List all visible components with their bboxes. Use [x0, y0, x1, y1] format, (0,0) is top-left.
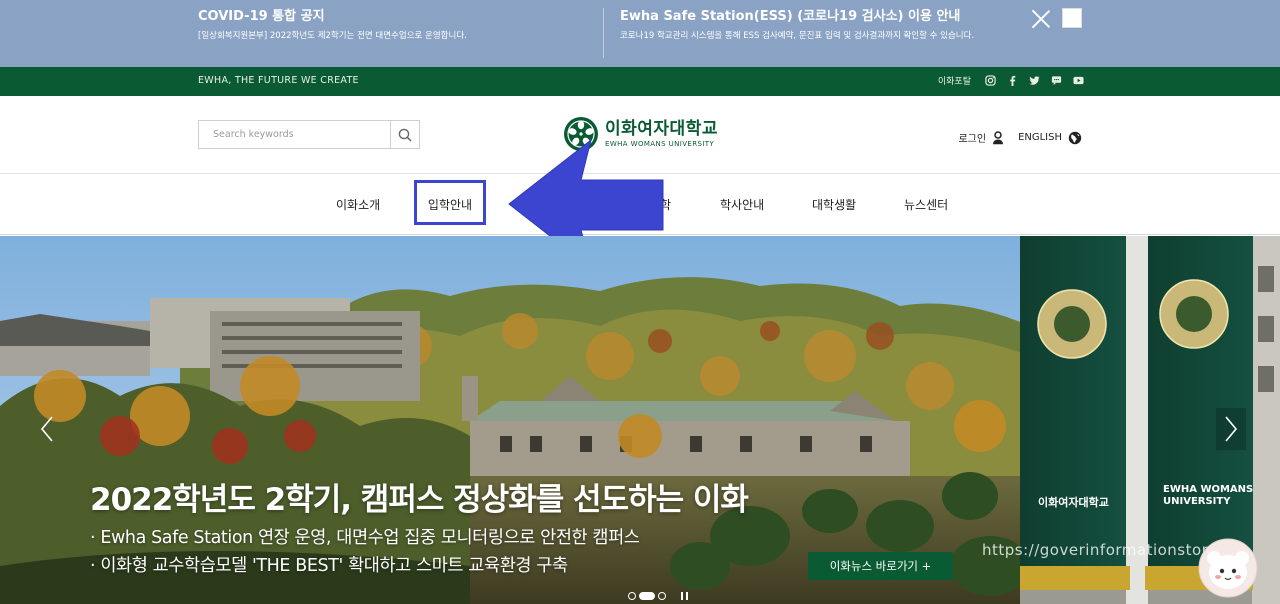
instagram-icon[interactable]	[985, 75, 996, 86]
top-utility-bar: EWHA, THE FUTURE WE CREATE 이화포탈	[0, 67, 1280, 96]
youtube-icon[interactable]	[1073, 75, 1084, 86]
notice-ess[interactable]: Ewha Safe Station(ESS) (코로나19 검사소) 이용 안내…	[620, 5, 974, 41]
news-shortcut-button[interactable]: 이화뉴스 바로가기 +	[808, 552, 953, 580]
mascot-sticker-icon	[1198, 538, 1258, 598]
search-box	[198, 120, 420, 149]
login-button[interactable]: 로그인	[958, 130, 1004, 145]
close-icon[interactable]	[1030, 8, 1052, 30]
search-icon	[398, 128, 412, 142]
nav-item-campus-life[interactable]: 대학생활	[812, 196, 856, 213]
nav-item-about[interactable]: 이화소개	[336, 196, 380, 213]
login-label: 로그인	[958, 134, 987, 145]
search-button[interactable]	[390, 121, 419, 148]
dismiss-checkbox[interactable]	[1062, 8, 1082, 28]
hero-slider: 이화여자대학교 EWHA WOMANS UNIVERSITY 2022학년도 2…	[0, 236, 1280, 604]
chevron-right-icon	[1225, 416, 1238, 442]
slogan: EWHA, THE FUTURE WE CREATE	[198, 75, 359, 86]
search-input[interactable]	[199, 121, 391, 148]
facebook-icon[interactable]	[1007, 75, 1018, 86]
pause-icon[interactable]	[681, 592, 688, 600]
language-button[interactable]: ENGLISH	[1018, 131, 1082, 145]
hero-title: 2022학년도 2학기, 캠퍼스 정상화를 선도하는 이화	[90, 482, 749, 518]
slider-prev-button[interactable]	[32, 408, 62, 450]
nav-item-academic-affairs[interactable]: 학사안내	[720, 196, 764, 213]
slider-next-button[interactable]	[1216, 408, 1246, 450]
covid-notice-bar: COVID-19 통합 공지 [일상회복지원본부] 2022학년도 제2학기는 …	[0, 0, 1280, 67]
notice-ess-text[interactable]: 코로나19 학교관리 시스템을 통해 ESS 검사예약, 문진표 입력 및 검사…	[620, 29, 974, 41]
utility-links: 이화포탈	[938, 74, 1084, 87]
slider-pagination	[628, 592, 688, 600]
slide-dot-2-active[interactable]	[639, 592, 655, 600]
header-utility: 로그인 ENGLISH	[958, 130, 1082, 145]
logo-korean-name: 이화여자대학교	[605, 119, 718, 139]
nav-item-admissions[interactable]: 입학안내	[414, 180, 486, 225]
slide-dot-1[interactable]	[628, 592, 636, 600]
notice-divider	[603, 8, 604, 58]
banner-english-line1: EWHA WOMANS	[1163, 484, 1254, 495]
hero-line-1: · Ewha Safe Station 연장 운영, 대면수업 집중 모니터링으…	[90, 528, 640, 548]
nav-item-news-center[interactable]: 뉴스센터	[904, 196, 948, 213]
banner-english-line2: UNIVERSITY	[1163, 496, 1231, 507]
notice-covid[interactable]: COVID-19 통합 공지 [일상회복지원본부] 2022학년도 제2학기는 …	[198, 5, 467, 41]
portal-link[interactable]: 이화포탈	[938, 74, 971, 87]
blog-watermark: https://goverinformationstory	[982, 541, 1218, 559]
notice-ess-title[interactable]: Ewha Safe Station(ESS) (코로나19 검사소) 이용 안내	[620, 5, 974, 24]
notice-covid-title[interactable]: COVID-19 통합 공지	[198, 5, 467, 24]
notice-covid-text[interactable]: [일상회복지원본부] 2022학년도 제2학기는 전면 대면수업으로 운영합니다…	[198, 29, 467, 41]
globe-icon	[1068, 131, 1082, 144]
twitter-icon[interactable]	[1029, 75, 1040, 86]
chevron-left-icon	[40, 416, 53, 442]
hero-line-2: · 이화형 교수학습모델 'THE BEST' 확대하고 스마트 교육환경 구축	[90, 556, 568, 576]
language-label: ENGLISH	[1018, 132, 1062, 143]
user-icon	[993, 130, 1004, 144]
chat-icon[interactable]	[1051, 75, 1062, 86]
banner-korean-text: 이화여자대학교	[1038, 496, 1109, 509]
banner-english-text: EWHA WOMANS UNIVERSITY	[1163, 484, 1253, 508]
slide-dot-3[interactable]	[658, 592, 666, 600]
